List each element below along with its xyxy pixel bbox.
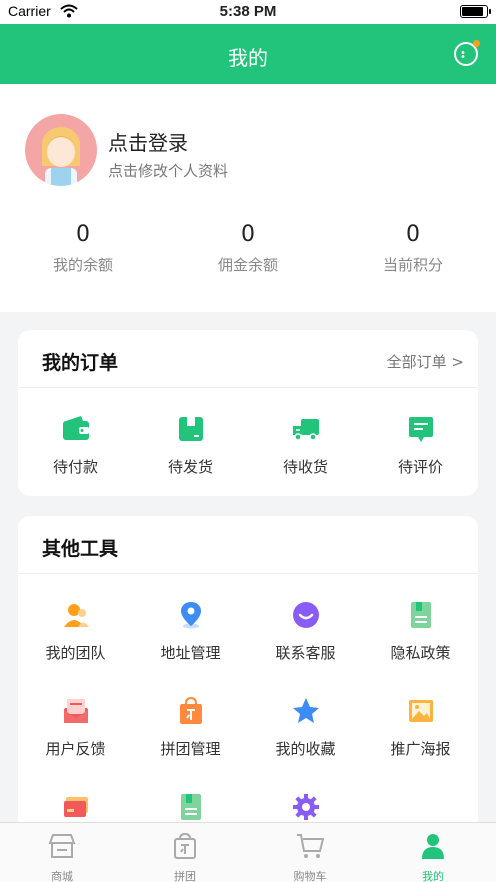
avatar[interactable] — [25, 114, 97, 186]
card-icon — [63, 797, 88, 817]
stat-balance[interactable]: 0 我的余额 — [18, 222, 148, 275]
location-icon — [180, 602, 201, 629]
box-icon — [178, 417, 203, 441]
stat-label: 当前积分 — [382, 256, 443, 274]
service-icon — [292, 602, 319, 628]
tool-feedback[interactable]: 用户反馈 — [18, 696, 133, 759]
tool-address[interactable]: 地址管理 — [133, 600, 248, 663]
orders-card: 我的订单 全部订单 > 待付款 待发货 待收货 待评价 — [18, 330, 478, 496]
stat-value: 0 — [406, 222, 420, 247]
tool-label: 我的收藏 — [275, 740, 336, 758]
tab-label: 拼团 — [174, 870, 196, 882]
poster-icon — [408, 700, 433, 722]
star-icon — [292, 698, 319, 723]
wallet-icon — [62, 416, 89, 440]
order-pending-payment[interactable]: 待付款 — [18, 414, 133, 477]
stat-value: 0 — [76, 222, 90, 247]
tool-group-manage[interactable]: 拼团管理 — [133, 696, 248, 759]
truck-icon — [292, 419, 319, 441]
stat-commission[interactable]: 0 佣金余额 — [183, 222, 313, 275]
tool-label: 我的团队 — [45, 644, 106, 662]
chat-dots: • • — [460, 48, 467, 63]
team-icon — [63, 604, 89, 627]
comment-icon — [408, 417, 433, 442]
edit-profile-link[interactable]: 点击修改个人资料 — [108, 160, 228, 181]
settings-icon — [292, 794, 319, 820]
status-time: 5:38 PM — [219, 3, 277, 20]
tool-poster[interactable]: 推广海报 — [363, 696, 478, 759]
document-icon — [180, 794, 201, 820]
tools-header: 其他工具 — [18, 516, 478, 574]
order-label: 待评价 — [397, 458, 443, 476]
all-orders-link[interactable]: 全部订单 > — [387, 351, 464, 372]
user-icon — [422, 834, 444, 859]
stat-value: 0 — [241, 222, 255, 247]
avatar-girl-icon — [42, 127, 80, 186]
tools-card: 其他工具 我的团队 地址管理 联系客服 隐私政策 用户反馈 拼团管理 我的收藏 … — [18, 516, 478, 846]
order-pending-ship[interactable]: 待发货 — [133, 414, 248, 477]
tab-label: 商城 — [51, 870, 73, 882]
group-bag-icon — [179, 696, 202, 724]
order-pending-review[interactable]: 待评价 — [363, 414, 478, 477]
feedback-icon — [63, 699, 88, 723]
order-pending-receive[interactable]: 待收货 — [248, 414, 363, 477]
tool-label: 用户反馈 — [45, 740, 106, 758]
order-label: 待付款 — [52, 458, 98, 476]
tool-favorites[interactable]: 我的收藏 — [248, 696, 363, 759]
privacy-icon — [410, 602, 431, 628]
tools-title: 其他工具 — [42, 538, 119, 560]
orders-header: 我的订单 全部订单 > — [18, 330, 478, 388]
tool-label: 推广海报 — [390, 740, 451, 758]
tab-mine[interactable]: 我的 — [393, 831, 473, 882]
profile-section: 点击登录 点击修改个人资料 0 我的余额 0 佣金余额 0 当前积分 — [0, 84, 496, 312]
tool-my-team[interactable]: 我的团队 — [18, 600, 133, 663]
tab-label: 购物车 — [293, 870, 327, 882]
tool-label: 拼团管理 — [160, 740, 221, 758]
tool-label: 地址管理 — [160, 644, 221, 662]
orders-title: 我的订单 — [42, 352, 119, 374]
stat-points[interactable]: 0 当前积分 — [348, 222, 478, 275]
chat-icon[interactable]: • • — [454, 40, 480, 66]
store-icon — [48, 834, 76, 858]
tab-store[interactable]: 商城 — [22, 831, 102, 882]
group-icon — [174, 832, 196, 859]
tab-bar: 商城 拼团 购物车 我的 — [0, 822, 496, 882]
order-label: 待收货 — [282, 458, 328, 476]
status-bar: Carrier 5:38 PM — [0, 0, 496, 24]
stat-label: 我的余额 — [52, 256, 113, 274]
stat-label: 佣金余额 — [217, 256, 278, 274]
notification-badge — [473, 40, 480, 47]
tool-privacy[interactable]: 隐私政策 — [363, 600, 478, 663]
page-title: 我的 — [228, 46, 268, 70]
tab-group[interactable]: 拼团 — [145, 831, 225, 882]
tool-customer-service[interactable]: 联系客服 — [248, 600, 363, 663]
tab-cart[interactable]: 购物车 — [270, 831, 350, 882]
login-link[interactable]: 点击登录 — [108, 127, 188, 156]
battery-icon — [460, 5, 491, 18]
tool-label: 隐私政策 — [390, 644, 451, 662]
order-label: 待发货 — [167, 458, 213, 476]
battery-level — [462, 7, 483, 16]
tool-label: 联系客服 — [275, 644, 336, 662]
tab-label: 我的 — [422, 870, 444, 882]
nav-bar: 我的 • • — [0, 24, 496, 84]
cart-icon — [297, 834, 325, 858]
